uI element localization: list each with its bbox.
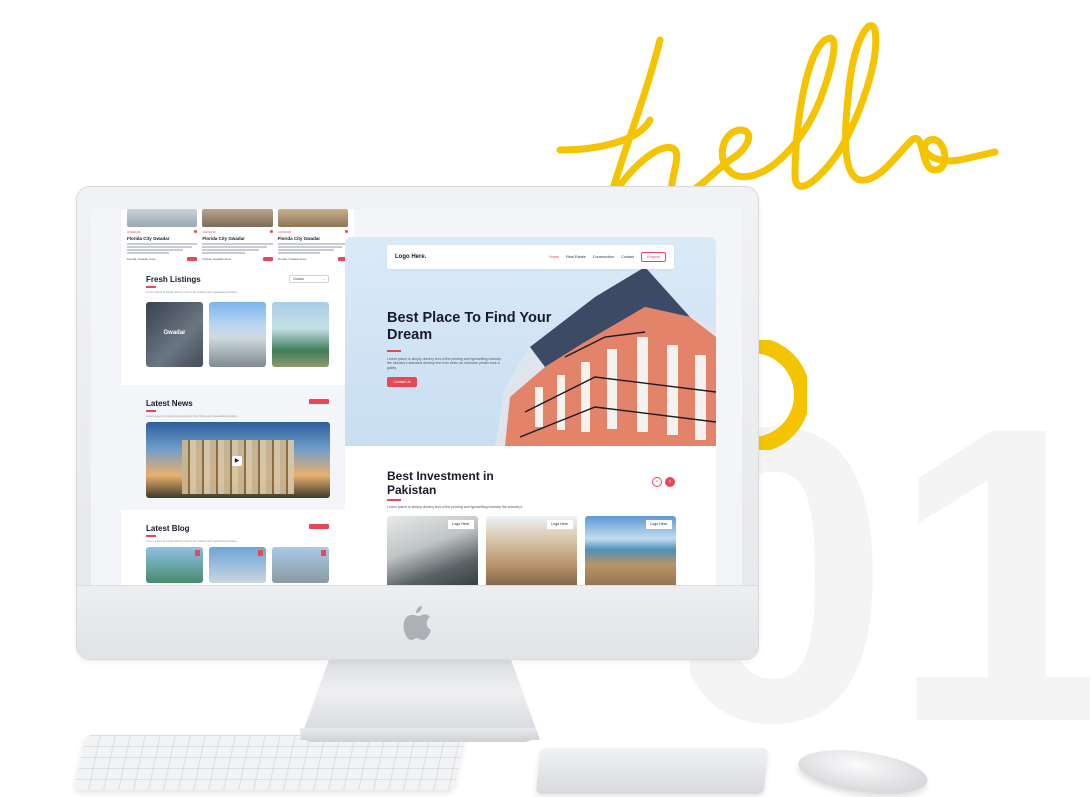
- card-logo-badge: Logo Here.: [448, 520, 474, 529]
- property-description: [127, 243, 198, 254]
- apple-logo-icon: [403, 606, 431, 640]
- nav-link-real-estate[interactable]: Real Estate: [566, 255, 586, 259]
- listing-caption: Gwadar: [163, 329, 186, 336]
- blog-card[interactable]: [272, 546, 329, 583]
- monitor: GWADAR Florida City Gwadar Florida, Gwad…: [76, 186, 759, 660]
- property-tag: GWADAR: [277, 230, 292, 234]
- latest-news-section: Latest News Lorem ipsum is simply dummy …: [121, 385, 354, 510]
- property-description: [202, 243, 273, 254]
- monitor-stand-base: [300, 728, 536, 742]
- card-logo-badge: Logo Here.: [547, 520, 573, 529]
- bookmark-icon[interactable]: [195, 549, 200, 556]
- select-value: Gwadar: [293, 277, 305, 281]
- monitor-screen: GWADAR Florida City Gwadar Florida, Gwad…: [91, 209, 742, 587]
- view-all-button[interactable]: [309, 399, 329, 404]
- nav-link-home[interactable]: Home: [549, 255, 559, 259]
- enquiry-button[interactable]: Enquiry: [641, 252, 666, 262]
- view-button[interactable]: [262, 256, 273, 261]
- listing-card[interactable]: [272, 301, 329, 367]
- contact-us-button[interactable]: Contact Us: [387, 377, 417, 387]
- section-title: Latest Blog: [146, 524, 190, 533]
- property-card-row: GWADAR Florida City Gwadar Florida, Gwad…: [121, 209, 354, 261]
- navbar: Logo Here. Home Real Estate Construction…: [387, 245, 674, 269]
- investment-title: Best Investment in Pakistan: [387, 469, 494, 497]
- trackpad: [535, 748, 769, 794]
- investment-card[interactable]: Logo Here.: [585, 516, 676, 587]
- investment-card[interactable]: Logo Here.: [387, 516, 478, 587]
- section-subtitle: Lorem ipsum is simply dummy text of the …: [146, 413, 238, 418]
- hero-description: Lorem ipsum is simply dummy text of the …: [387, 357, 502, 370]
- investment-card[interactable]: Logo Here.: [486, 516, 577, 587]
- property-image: [277, 209, 348, 227]
- news-video-card[interactable]: ▶: [146, 421, 330, 498]
- listing-card[interactable]: Gwadar: [146, 301, 203, 367]
- view-all-button[interactable]: [309, 524, 329, 529]
- bookmark-icon[interactable]: [321, 549, 326, 556]
- keyboard: [74, 735, 466, 790]
- carousel-next-button[interactable]: ›: [665, 477, 675, 487]
- card-logo-badge: Logo Here.: [646, 520, 672, 529]
- play-icon[interactable]: ▶: [232, 455, 242, 466]
- mouse: [795, 743, 931, 797]
- nav-link-contact[interactable]: Contact: [621, 255, 634, 259]
- location-select[interactable]: Gwadar ⌄: [289, 275, 329, 283]
- section-subtitle: Lorem ipsum is simply dummy text of the …: [146, 538, 238, 543]
- property-description: [277, 243, 348, 254]
- investment-underline: [387, 499, 401, 501]
- hero-title: Best Place To Find Your Dream: [387, 310, 552, 343]
- listing-card[interactable]: [209, 301, 266, 367]
- heart-icon[interactable]: [194, 230, 198, 233]
- property-title: Florida City Gwadar: [277, 236, 321, 241]
- hero-section: Logo Here. Home Real Estate Construction…: [345, 237, 716, 446]
- title-underline: [146, 410, 156, 412]
- hero-underline: [387, 350, 401, 352]
- nav-link-construction[interactable]: Construction: [593, 255, 614, 259]
- property-title: Florida City Gwadar: [127, 236, 170, 241]
- latest-blog-section: Latest Blog Lorem ipsum is simply dummy …: [121, 510, 354, 587]
- monitor-chin: [77, 585, 758, 659]
- bookmark-icon[interactable]: [258, 549, 263, 556]
- logo[interactable]: Logo Here.: [395, 254, 426, 260]
- heart-icon[interactable]: [344, 230, 348, 233]
- property-location: Florida, Gwadar Area: [277, 256, 307, 261]
- investment-subtitle: Lorem ipsum is simply dummy text of the …: [387, 505, 523, 509]
- section-subtitle: Lorem ipsum is simply dummy text of the …: [146, 289, 238, 294]
- left-page-preview: GWADAR Florida City Gwadar Florida, Gwad…: [121, 209, 354, 587]
- title-underline: [146, 535, 156, 537]
- property-title: Florida City Gwadar: [202, 236, 245, 241]
- section-title: Fresh Listings: [146, 275, 201, 284]
- right-page-preview: Logo Here. Home Real Estate Construction…: [345, 237, 716, 587]
- property-image: [127, 209, 198, 227]
- property-image: [202, 209, 273, 227]
- blog-card[interactable]: [209, 546, 266, 583]
- fresh-listings-section: Fresh Listings Lorem ipsum is simply dum…: [121, 275, 354, 385]
- blog-card[interactable]: [146, 546, 203, 583]
- chevron-down-icon: ⌄: [322, 277, 325, 281]
- property-location: Florida, Gwadar Area: [202, 256, 231, 261]
- property-tag: GWADAR: [127, 230, 141, 234]
- heart-icon[interactable]: [269, 230, 273, 233]
- investment-cards: Logo Here. Logo Here. Logo Here.: [387, 516, 677, 587]
- nav-links: Home Real Estate Construction Contact En…: [549, 252, 666, 262]
- title-underline: [146, 286, 156, 288]
- carousel-prev-button[interactable]: ‹: [652, 477, 662, 487]
- property-tag: GWADAR: [202, 230, 216, 234]
- property-card[interactable]: GWADAR Florida City Gwadar Florida, Gwad…: [277, 209, 348, 261]
- view-button[interactable]: [187, 256, 198, 261]
- property-card[interactable]: GWADAR Florida City Gwadar Florida, Gwad…: [202, 209, 273, 261]
- property-location: Florida, Gwadar Area: [127, 256, 156, 261]
- section-title: Latest News: [146, 399, 193, 408]
- property-card[interactable]: GWADAR Florida City Gwadar Florida, Gwad…: [127, 209, 198, 261]
